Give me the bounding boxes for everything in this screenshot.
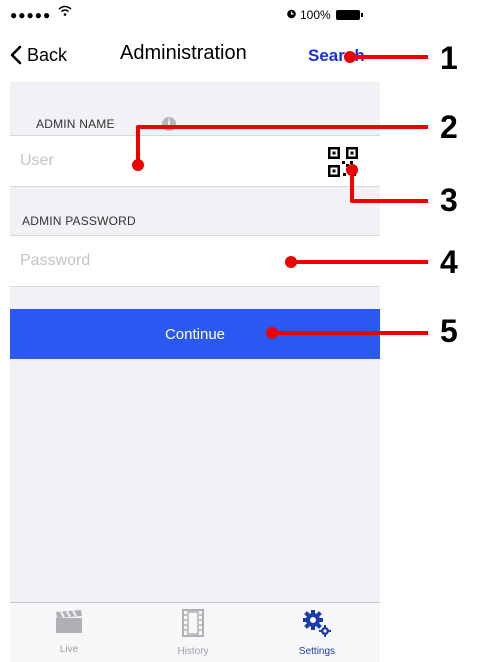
signal-dots: ●●●●●	[10, 8, 52, 22]
battery-percent: 100%	[300, 8, 331, 22]
status-bar: ●●●●● 100%	[0, 0, 380, 34]
annotation-number-3: 3	[440, 182, 458, 218]
admin-password-field[interactable]: Password	[10, 235, 380, 287]
tab-live-label: Live	[59, 644, 79, 655]
continue-button[interactable]: Continue	[10, 309, 380, 359]
tab-history-label: History	[177, 646, 209, 657]
wifi-icon	[58, 5, 72, 20]
gears-icon	[303, 610, 331, 637]
tab-history[interactable]: History	[148, 609, 238, 657]
tab-live[interactable]: Live	[24, 609, 114, 655]
tab-settings[interactable]: Settings	[272, 609, 362, 657]
admin-name-input[interactable]: User	[20, 152, 54, 170]
annotation-number-5: 5	[440, 313, 458, 349]
empty-area	[10, 359, 380, 602]
tab-bar: Live History Settings	[10, 602, 380, 662]
info-icon[interactable]: i	[162, 117, 176, 131]
page-title: Administration	[120, 42, 247, 64]
annotation-number-1: 1	[440, 40, 458, 76]
chevron-left-icon	[10, 45, 22, 65]
battery-icon	[336, 10, 363, 20]
back-label: Back	[27, 44, 68, 65]
admin-password-label: ADMIN PASSWORD	[22, 214, 136, 228]
annotation-number-2: 2	[440, 109, 458, 145]
back-button[interactable]: Back	[10, 42, 67, 68]
search-button[interactable]: Search	[308, 46, 365, 66]
clapperboard-icon	[56, 610, 82, 633]
phone-screen: ●●●●● 100% Back Administration Search AD…	[0, 0, 380, 662]
qr-code-icon[interactable]	[326, 145, 360, 179]
film-icon	[182, 609, 204, 637]
admin-name-label: ADMIN NAME	[36, 117, 115, 131]
admin-name-field[interactable]: User	[10, 135, 380, 187]
navigation-bar: Back Administration Search	[0, 34, 380, 78]
alarm-icon	[286, 8, 297, 22]
admin-password-input[interactable]: Password	[20, 252, 90, 270]
annotation-number-4: 4	[440, 244, 458, 280]
tab-settings-label: Settings	[298, 646, 336, 657]
